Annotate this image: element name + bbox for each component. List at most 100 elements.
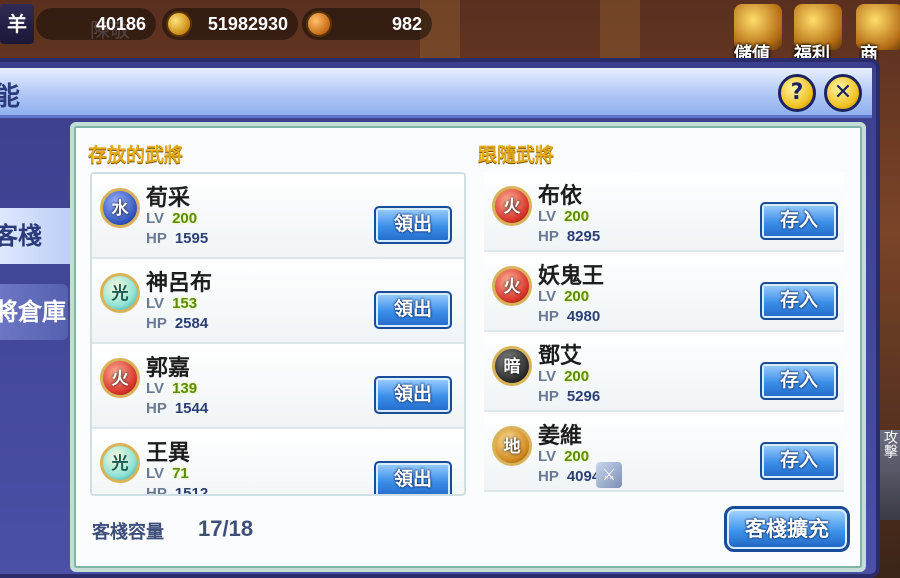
hp-value: 2584 xyxy=(174,315,209,332)
capacity-value: 17/18 xyxy=(198,516,254,541)
level-stat: LV 200 xyxy=(146,210,197,227)
crossed-swords-icon: ⚔ xyxy=(596,462,622,488)
hp-label: HP xyxy=(146,485,167,496)
level-stat: LV 139 xyxy=(146,380,197,397)
tab-inn[interactable]: 客棧 xyxy=(0,208,80,264)
hp-stat: HP 8295 xyxy=(538,228,600,245)
following-generals-list: 火 布依 LV 200 HP 8295 存入 火 妖鬼王 LV 200 HP 4980 … xyxy=(484,172,844,496)
stored-generals-list[interactable]: 水 荀采 LV 200 HP 1595 領出 光 神呂布 LV 153 HP 2584 … xyxy=(90,172,466,496)
withdraw-button[interactable]: 領出 xyxy=(374,291,452,329)
resource-bar: 羊 陳敬 40186 51982930 982 儲値 福利 商 xyxy=(0,0,900,65)
level-stat: LV 200 xyxy=(538,448,589,465)
tab-general-storage[interactable]: 將倉庫 xyxy=(0,284,68,340)
withdraw-button[interactable]: 領出 xyxy=(374,206,452,244)
hp-value: 1595 xyxy=(174,230,209,247)
stat-value: 40186 xyxy=(95,14,146,34)
general-name: 神呂布 xyxy=(146,271,213,296)
stored-section-title: 存放的武將 xyxy=(88,144,184,166)
withdraw-button[interactable]: 領出 xyxy=(374,461,452,494)
level-value: 153 xyxy=(172,295,198,312)
resource-stat: 40186 xyxy=(36,8,156,40)
help-button[interactable]: ? xyxy=(778,74,816,112)
hp-stat: HP 1595 xyxy=(146,230,208,247)
list-item: 火 妖鬼王 LV 200 HP 4980 存入 xyxy=(484,252,844,332)
hp-label: HP xyxy=(538,228,559,245)
list-item: 光 神呂布 LV 153 HP 2584 領出 xyxy=(92,259,464,344)
hp-label: HP xyxy=(538,308,559,325)
list-item: 火 布依 LV 200 HP 8295 存入 xyxy=(484,172,844,252)
copper-coin-icon xyxy=(306,11,332,37)
list-item: 暗 鄧艾 LV 200 HP 5296 存入 xyxy=(484,332,844,412)
level-stat: LV 200 xyxy=(538,288,589,305)
lv-label: LV xyxy=(538,368,557,385)
list-item: 火 郭嘉 LV 139 HP 1544 領出 xyxy=(92,344,464,429)
hp-stat: HP 4980 xyxy=(538,308,600,325)
gold-coin-icon xyxy=(166,11,192,37)
level-value: 200 xyxy=(564,368,590,385)
lv-label: LV xyxy=(538,208,557,225)
hp-stat: HP 5296 xyxy=(538,388,600,405)
list-item: 光 王異 LV 71 HP 1512 領出 xyxy=(92,429,464,496)
hp-label: HP xyxy=(538,388,559,405)
level-value: 200 xyxy=(564,288,590,305)
level-stat: LV 200 xyxy=(538,368,589,385)
fire-element-icon: 火 xyxy=(492,186,532,226)
hp-label: HP xyxy=(146,230,167,247)
close-button[interactable]: ✕ xyxy=(824,74,862,112)
fire-element-icon: 火 xyxy=(100,358,140,398)
level-value: 200 xyxy=(564,208,590,225)
withdraw-button[interactable]: 領出 xyxy=(374,376,452,414)
level-value: 200 xyxy=(564,448,590,465)
inn-panel: 存放的武將 跟隨武將 水 荀采 LV 200 HP 1595 領出 光 神呂布 LV… xyxy=(70,122,866,572)
hp-stat: HP 1512 xyxy=(146,485,209,496)
dialog-title: 能 xyxy=(0,82,21,112)
hp-stat: HP 1544 xyxy=(146,400,208,417)
light-element-icon: 光 xyxy=(100,273,140,313)
following-section-title: 跟隨武將 xyxy=(478,144,555,166)
dark-element-icon: 暗 xyxy=(492,346,532,386)
expand-inn-button[interactable]: 客棧擴充 xyxy=(724,506,850,552)
hp-value: 1544 xyxy=(174,400,209,417)
hp-label: HP xyxy=(146,315,167,332)
level-stat: LV 200 xyxy=(538,208,589,225)
earth-element-icon: 地 xyxy=(492,426,532,466)
level-value: 200 xyxy=(172,210,198,227)
deposit-button[interactable]: 存入 xyxy=(760,282,838,320)
deposit-button[interactable]: 存入 xyxy=(760,362,838,400)
lv-label: LV xyxy=(146,210,165,227)
dialog-header: 能 ? ✕ xyxy=(0,68,872,118)
level-stat: LV 71 xyxy=(146,465,189,482)
deposit-button[interactable]: 存入 xyxy=(760,442,838,480)
general-name: 郭嘉 xyxy=(146,356,191,381)
general-name: 荀采 xyxy=(146,186,191,211)
hp-stat: HP 2584 xyxy=(146,315,208,332)
general-name: 布依 xyxy=(538,184,583,209)
lv-label: LV xyxy=(538,288,557,305)
hp-value: 4980 xyxy=(566,308,601,325)
hp-value: 5296 xyxy=(566,388,601,405)
hp-label: HP xyxy=(538,468,559,485)
gold-value: 51982930 xyxy=(207,14,288,34)
lv-label: LV xyxy=(146,465,165,482)
level-value: 71 xyxy=(172,465,189,482)
lv-label: LV xyxy=(538,448,557,465)
hp-stat: HP 4094 xyxy=(538,468,600,485)
lv-label: LV xyxy=(146,295,165,312)
hp-label: HP xyxy=(146,400,167,417)
level-value: 139 xyxy=(172,380,198,397)
level-stat: LV 153 xyxy=(146,295,197,312)
list-item: 地 姜維 LV 200 HP 4094 ⚔ 存入 xyxy=(484,412,844,492)
water-element-icon: 水 xyxy=(100,188,140,228)
general-name: 妖鬼王 xyxy=(538,264,605,289)
hp-value: 8295 xyxy=(566,228,601,245)
capacity-label: 客棧容量 xyxy=(92,522,164,543)
general-name: 鄧艾 xyxy=(538,344,583,369)
general-name: 王異 xyxy=(146,441,191,466)
resource-copper: 982 xyxy=(302,8,432,40)
avatar[interactable]: 羊 xyxy=(0,4,34,44)
fire-element-icon: 火 xyxy=(492,266,532,306)
hp-value: 1512 xyxy=(174,485,209,496)
list-item: 水 荀采 LV 200 HP 1595 領出 xyxy=(92,174,464,259)
deposit-button[interactable]: 存入 xyxy=(760,202,838,240)
general-name: 姜維 xyxy=(538,424,583,449)
